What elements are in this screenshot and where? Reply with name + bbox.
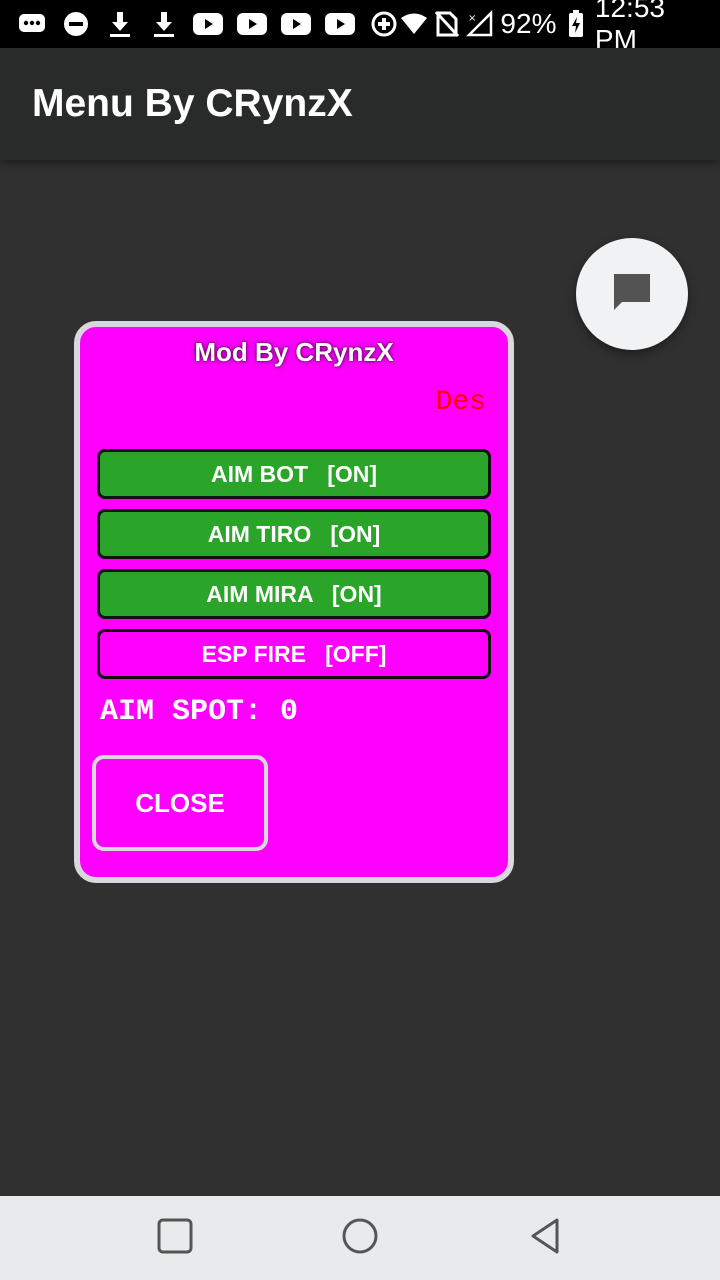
back-button[interactable] [521,1214,569,1262]
chat-icon [610,270,654,319]
data-saver-icon [368,8,400,40]
signal-off-icon: × [466,8,494,40]
aim-mira-toggle[interactable]: AIM MIRA [ON] [97,569,491,619]
no-sim-icon [434,8,460,40]
mod-menu-des-text: Des [435,387,486,418]
youtube-icon [192,8,224,40]
mod-menu-title: Mod By CRynzX [194,337,394,367]
close-button[interactable]: CLOSE [92,755,268,851]
status-bar: × 92% 12:53 PM [0,0,720,55]
wifi-icon [400,8,428,40]
do-not-disturb-icon [60,8,92,40]
download-icon [148,8,180,40]
chat-fab-button[interactable] [576,238,688,350]
download-icon [104,8,136,40]
screen: × 92% 12:53 PM Menu By CRynzX Mod By CRy… [0,0,720,1280]
back-icon [527,1217,563,1260]
battery-charging-icon [562,8,588,40]
mod-menu-panel[interactable]: Mod By CRynzX Des AIM BOT [ON] AIM TIRO … [74,321,514,883]
messages-icon [16,8,48,40]
home-button[interactable] [336,1214,384,1262]
app-bar: Menu By CRynzX [0,48,720,160]
home-icon [341,1217,379,1260]
navigation-bar [0,1196,720,1280]
recents-icon [157,1218,193,1259]
notification-icons [16,8,400,40]
youtube-icon [280,8,312,40]
esp-fire-toggle[interactable]: ESP FIRE [OFF] [97,629,491,679]
aim-spot-label: AIM SPOT: 0 [100,695,299,729]
svg-text:×: × [468,13,476,24]
app-title: Menu By CRynzX [32,82,353,125]
youtube-icon [324,8,356,40]
aim-bot-toggle[interactable]: AIM BOT [ON] [97,449,491,499]
youtube-icon [236,8,268,40]
aim-tiro-toggle[interactable]: AIM TIRO [ON] [97,509,491,559]
recents-button[interactable] [151,1214,199,1262]
battery-percent: 92% [500,8,557,39]
